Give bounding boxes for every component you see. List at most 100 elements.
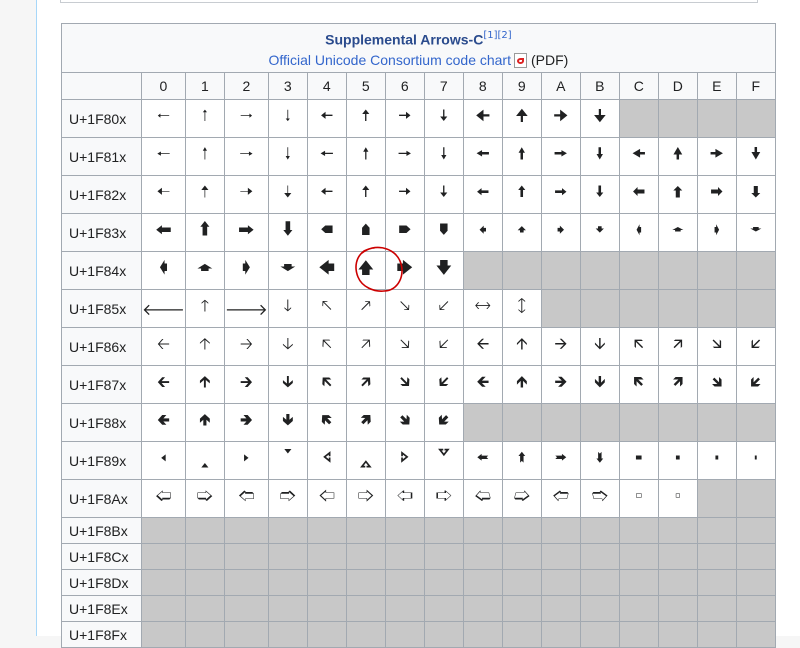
character-cell[interactable]: 🠝 [657, 137, 698, 176]
character-cell[interactable]: 🡹 [501, 365, 542, 404]
character-cell[interactable]: 🠰 [141, 213, 186, 252]
character-cell[interactable]: 🡖 [384, 289, 425, 328]
character-cell[interactable]: 🠳 [267, 213, 308, 252]
character-cell[interactable]: 🠘 [462, 137, 503, 176]
character-cell[interactable]: 🢓 [267, 441, 308, 480]
reference-links[interactable]: [1][2] [483, 30, 511, 41]
character-cell[interactable]: 🢚 [540, 441, 581, 480]
character-cell[interactable]: 🡢 [223, 327, 269, 366]
character-cell[interactable]: 🠞 [696, 137, 737, 176]
character-cell[interactable]: 🡠 [141, 327, 186, 366]
character-cell[interactable]: 🠨 [462, 175, 503, 214]
character-cell[interactable]: 🠷 [423, 213, 464, 252]
character-cell[interactable]: 🡺 [540, 365, 581, 404]
character-cell[interactable]: 🠭 [657, 175, 698, 214]
character-cell[interactable]: 🡴 [306, 365, 347, 404]
character-cell[interactable]: 🢧 [423, 479, 464, 518]
character-cell[interactable]: 🢕 [345, 441, 386, 480]
character-cell[interactable]: 🢂 [223, 403, 269, 442]
character-cell[interactable]: 🡭 [657, 327, 698, 366]
character-cell[interactable]: 🡻 [579, 365, 620, 404]
character-cell[interactable]: 🡪 [540, 327, 581, 366]
character-cell[interactable]: 🢅 [345, 403, 386, 442]
block-title[interactable]: Supplemental Arrows-C [325, 32, 483, 48]
character-cell[interactable]: 🢠 [141, 479, 186, 518]
character-cell[interactable]: 🢛 [579, 441, 620, 480]
character-cell[interactable]: 🢑 [184, 441, 225, 480]
character-cell[interactable]: 🠉 [501, 99, 542, 138]
character-cell[interactable]: 🡾 [696, 365, 737, 404]
character-cell[interactable]: 🠯 [735, 175, 776, 214]
character-cell[interactable]: 🡱 [184, 365, 225, 404]
character-cell[interactable]: 🢇 [423, 403, 464, 442]
character-cell[interactable]: 🢪 [540, 479, 581, 518]
character-cell[interactable]: 🠇 [423, 99, 464, 138]
character-cell[interactable]: 🢟 [735, 441, 776, 480]
character-cell[interactable]: 🠼 [618, 213, 659, 252]
character-cell[interactable]: 🡮 [696, 327, 737, 366]
character-cell[interactable]: 🠦 [384, 175, 425, 214]
character-cell[interactable]: 🠤 [306, 175, 347, 214]
character-cell[interactable]: 🡯 [735, 327, 776, 366]
character-cell[interactable]: 🠪 [540, 175, 581, 214]
character-cell[interactable]: 🠴 [306, 213, 347, 252]
character-cell[interactable]: 🠿 [735, 213, 776, 252]
character-cell[interactable]: 🠵 [345, 213, 386, 252]
character-cell[interactable]: 🠶 [384, 213, 425, 252]
character-cell[interactable]: 🢄 [306, 403, 347, 442]
character-cell[interactable]: 🠕 [345, 137, 386, 176]
character-cell[interactable]: 🠡 [184, 175, 225, 214]
character-cell[interactable]: 🠬 [618, 175, 659, 214]
character-cell[interactable]: 🡃 [267, 251, 308, 290]
character-cell[interactable]: 🢣 [267, 479, 308, 518]
character-cell[interactable]: 🡣 [267, 327, 308, 366]
character-cell[interactable]: 🡥 [345, 327, 386, 366]
character-cell[interactable]: 🠆 [384, 99, 425, 138]
character-cell[interactable]: 🡑 [184, 289, 225, 328]
character-cell[interactable]: 🢘 [462, 441, 503, 480]
character-cell[interactable]: 🠓 [267, 137, 308, 176]
character-cell[interactable]: 🠂 [223, 99, 269, 138]
character-cell[interactable]: 🠱 [184, 213, 225, 252]
character-cell[interactable]: 🢞 [696, 441, 737, 480]
character-cell[interactable]: 🢆 [384, 403, 425, 442]
character-cell[interactable]: 🠾 [696, 213, 737, 252]
character-cell[interactable]: 🡨 [462, 327, 503, 366]
character-cell[interactable]: 🡩 [501, 327, 542, 366]
character-cell[interactable]: 🠲 [223, 213, 269, 252]
character-cell[interactable]: 🢥 [345, 479, 386, 518]
character-cell[interactable]: 🡤 [306, 327, 347, 366]
character-cell[interactable]: 🢒 [223, 441, 269, 480]
character-cell[interactable]: 🢭 [657, 479, 698, 518]
character-cell[interactable]: 🠙 [501, 137, 542, 176]
character-cell[interactable]: 🢨 [462, 479, 503, 518]
character-cell[interactable]: 🢫 [579, 479, 620, 518]
character-cell[interactable]: 🠚 [540, 137, 581, 176]
character-cell[interactable]: 🡘 [462, 289, 503, 328]
character-cell[interactable]: 🠗 [423, 137, 464, 176]
character-cell[interactable]: 🢗 [423, 441, 464, 480]
character-cell[interactable]: 🡂 [223, 251, 269, 290]
character-cell[interactable]: 🡵 [345, 365, 386, 404]
character-cell[interactable]: 🠔 [306, 137, 347, 176]
character-cell[interactable]: 🠜 [618, 137, 659, 176]
character-cell[interactable]: 🠻 [579, 213, 620, 252]
character-cell[interactable]: 🡼 [618, 365, 659, 404]
character-cell[interactable]: 🡁 [184, 251, 225, 290]
character-cell[interactable]: 🢐 [141, 441, 186, 480]
character-cell[interactable]: 🢬 [618, 479, 659, 518]
character-cell[interactable]: 🡇 [423, 251, 464, 290]
character-cell[interactable]: 🢡 [184, 479, 225, 518]
character-cell[interactable]: 🡅 [345, 251, 386, 290]
character-cell[interactable]: 🡧 [423, 327, 464, 366]
character-cell[interactable]: 🡓 [267, 289, 308, 328]
character-cell[interactable]: 🢁 [184, 403, 225, 442]
character-cell[interactable]: 🡬 [618, 327, 659, 366]
character-cell[interactable]: 🠐 [141, 137, 186, 176]
character-cell[interactable]: 🠽 [657, 213, 698, 252]
character-cell[interactable]: 🡄 [306, 251, 347, 290]
character-cell[interactable]: 🢦 [384, 479, 425, 518]
character-cell[interactable]: 🡕 [345, 289, 386, 328]
character-cell[interactable]: 🠟 [735, 137, 776, 176]
character-cell[interactable]: 🠒 [223, 137, 269, 176]
